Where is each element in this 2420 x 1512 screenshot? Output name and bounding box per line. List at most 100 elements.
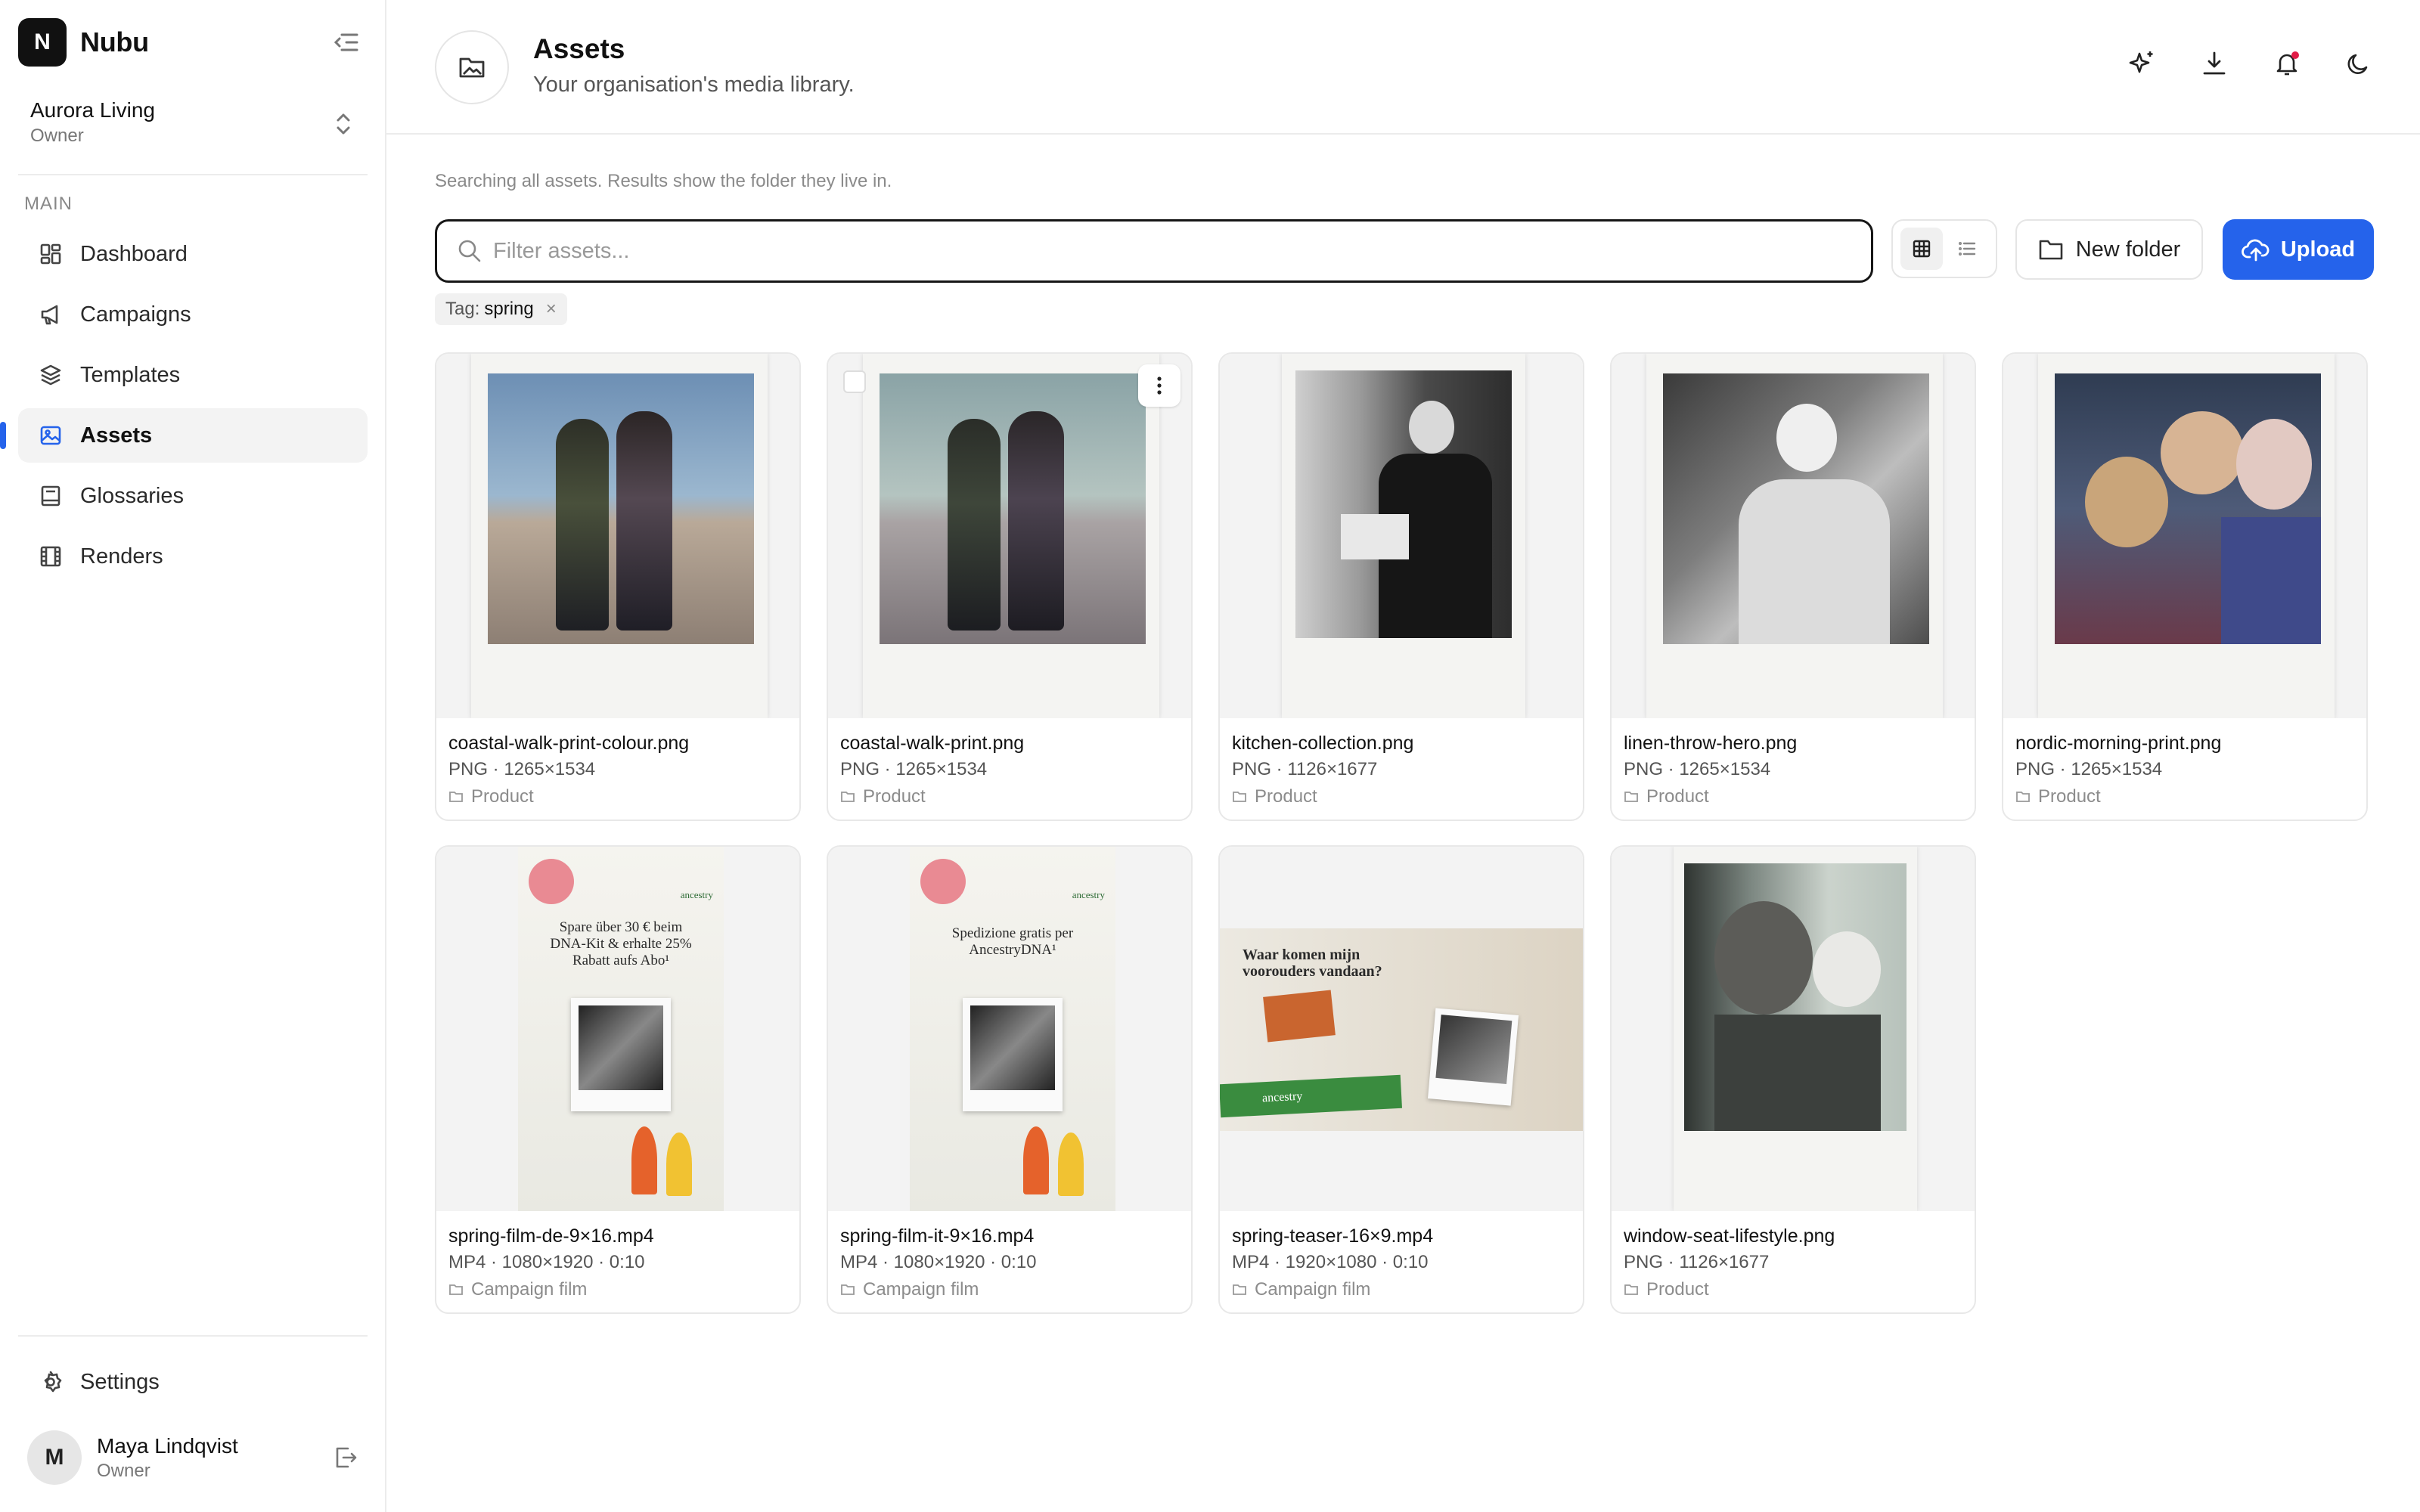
asset-folder-name: Product [863,786,926,807]
search-hint: Searching all assets. Results show the f… [435,171,892,191]
asset-folder: Product [1232,783,1571,810]
asset-name: linen-throw-hero.png [1624,733,1798,754]
asset-thumbnail: Waar komen mijn voorouders vandaan? ance… [1220,847,1583,1211]
sidebar-item-settings[interactable]: Settings [18,1355,368,1409]
remove-tag-icon[interactable]: × [546,299,557,320]
page-title: Assets [533,33,625,64]
asset-card[interactable]: ancestry Spare über 30 € beim DNA-Kit & … [435,845,801,1314]
asset-detail: PNG · 1265×1534 [1624,759,1771,779]
sidebar-item-assets[interactable]: Assets [0,408,368,463]
sparkles-icon[interactable] [2127,48,2157,79]
download-icon[interactable] [2199,48,2229,79]
folder-icon [449,792,463,802]
sidebar-item-label: Campaigns [80,302,191,327]
asset-card[interactable]: coastal-walk-print-colour.png PNG · 1265… [435,352,801,821]
teaser-ribbon: ancestry [1220,1074,1402,1118]
search-bar[interactable] [435,219,1873,283]
new-folder-button[interactable]: New folder [2015,219,2203,280]
asset-detail: MP4 · 1080×1920 · 0:10 [448,1252,645,1272]
avatar: M [27,1430,82,1485]
notification-dot [2291,51,2299,59]
asset-name: coastal-walk-print.png [840,733,1025,754]
brand-logo: N [18,18,67,67]
sidebar-divider [18,1335,368,1337]
nav-section-label: MAIN [24,194,73,214]
workspace-role: Owner [30,125,84,146]
promo-headline: Spedizione gratis per AncestryDNA¹ [951,925,1074,958]
sidebar-item-dashboard[interactable]: Dashboard [18,227,368,281]
asset-name: spring-film-it-9×16.mp4 [840,1225,1035,1247]
promo-headline: Spare über 30 € beim DNA-Kit & erhalte 2… [550,919,692,968]
folder-icon [2039,240,2062,260]
asset-name: nordic-morning-print.png [2015,733,2222,754]
asset-folder-name: Campaign film [471,1279,588,1300]
asset-detail: MP4 · 1920×1080 · 0:10 [1232,1252,1429,1272]
app-name: Nubu [80,26,149,57]
folder-icon [841,792,855,802]
page-header: Assets Your organisation's media library… [386,0,2420,135]
asset-folder: Campaign film [1232,1276,1571,1303]
asset-thumbnail [2003,354,2366,718]
select-checkbox[interactable] [843,370,866,393]
asset-card[interactable]: window-seat-lifestyle.png PNG · 1126×167… [1610,845,1976,1314]
cloud-upload-icon [2241,239,2270,262]
dashboard-icon [38,241,64,267]
new-folder-label: New folder [2075,237,2181,262]
grid-view-icon[interactable] [1900,228,1943,270]
upload-label: Upload [2280,237,2356,262]
asset-folder: Product [448,783,787,810]
sidebar: N Nubu Aurora Living Owner MAIN Dashboar… [0,0,386,1512]
asset-card[interactable]: nordic-morning-print.png PNG · 1265×1534… [2002,352,2368,821]
brand-mark: ancestry [680,889,713,900]
asset-thumbnail [436,354,799,718]
sidebar-item-glossaries[interactable]: Glossaries [18,469,368,523]
asset-card[interactable]: coastal-walk-print.png PNG · 1265×1534 P… [827,352,1193,821]
user-name: Maya Lindqvist [97,1434,238,1458]
search-input[interactable] [493,238,1839,264]
asset-thumbnail [1612,354,1975,718]
main-nav: Dashboard Campaigns Templates Assets Glo… [0,227,368,590]
asset-card[interactable]: Waar komen mijn voorouders vandaan? ance… [1218,845,1584,1314]
sidebar-item-label: Templates [80,362,181,387]
filter-tag: Tag: spring × [435,293,567,325]
sidebar-item-label: Dashboard [80,241,188,266]
moon-icon[interactable] [2344,48,2375,79]
asset-folder-name: Campaign film [1255,1279,1371,1300]
logout-icon[interactable] [330,1442,360,1473]
film-icon [38,544,64,569]
collapse-sidebar-icon[interactable] [330,27,363,57]
asset-thumbnail [1612,847,1975,1211]
asset-folder-name: Product [1646,1279,1709,1300]
list-view-icon[interactable] [1946,228,1988,270]
sidebar-item-label: Assets [80,423,153,448]
workspace-switcher[interactable]: Aurora Living Owner [30,97,355,151]
sidebar-item-renders[interactable]: Renders [18,529,368,584]
asset-folder: Product [1624,783,1962,810]
asset-card[interactable]: kitchen-collection.png PNG · 1126×1677 P… [1218,352,1584,821]
active-indicator [0,422,6,449]
sidebar-item-label: Glossaries [80,483,184,508]
asset-name: window-seat-lifestyle.png [1624,1225,1835,1247]
asset-name: spring-film-de-9×16.mp4 [448,1225,654,1247]
folder-icon [1233,1284,1246,1295]
user-role: Owner [97,1461,150,1481]
asset-card[interactable]: ancestry Spedizione gratis per AncestryD… [827,845,1193,1314]
bell-icon[interactable] [2272,48,2302,79]
megaphone-icon [38,302,64,327]
more-options-icon[interactable] [1138,364,1181,407]
upload-button[interactable]: Upload [2223,219,2374,280]
asset-detail: PNG · 1126×1677 [1232,759,1378,779]
asset-name: coastal-walk-print-colour.png [448,733,690,754]
sidebar-item-campaigns[interactable]: Campaigns [18,287,368,342]
asset-folder: Campaign film [840,1276,1179,1303]
sidebar-divider [18,174,368,175]
tag-value: spring [484,299,534,319]
folder-icon [1624,792,1638,802]
asset-detail: PNG · 1265×1534 [840,759,988,779]
asset-card[interactable]: linen-throw-hero.png PNG · 1265×1534 Pro… [1610,352,1976,821]
image-icon [38,423,64,448]
brand[interactable]: N Nubu [18,18,149,67]
sidebar-item-templates[interactable]: Templates [18,348,368,402]
asset-detail: PNG · 1126×1677 [1624,1252,1770,1272]
user-profile[interactable]: M Maya Lindqvist Owner [27,1429,360,1486]
